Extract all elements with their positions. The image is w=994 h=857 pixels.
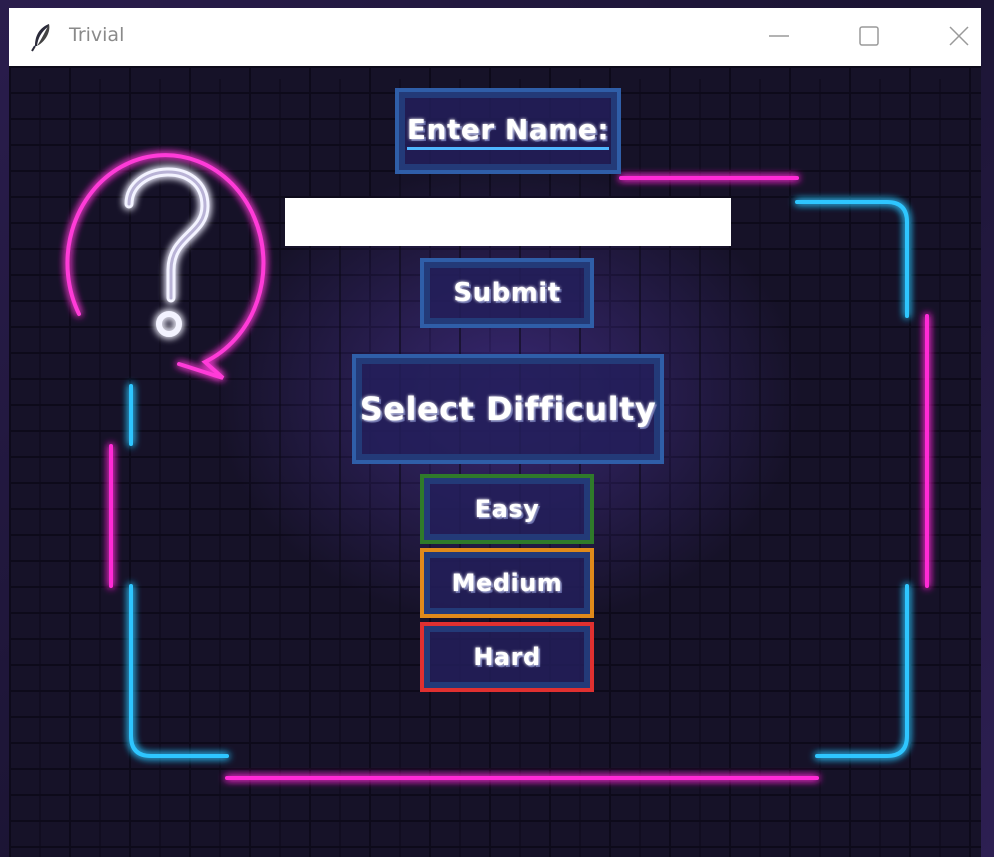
hard-label: Hard [473, 643, 541, 671]
close-button[interactable] [937, 18, 981, 54]
title-bar[interactable]: Trivial [9, 8, 981, 66]
enter-name-text: Enter Name: [406, 113, 610, 150]
question-bubble-icon [65, 153, 266, 380]
app-window: Trivial Enter Name: Submit Select Diffic… [9, 8, 981, 857]
easy-label: Easy [474, 495, 540, 523]
minimize-button[interactable] [757, 18, 801, 54]
medium-button[interactable]: Medium [420, 548, 594, 618]
easy-button[interactable]: Easy [420, 474, 594, 544]
medium-label: Medium [451, 569, 563, 597]
enter-name-label: Enter Name: [395, 88, 621, 174]
select-difficulty-label: Select Difficulty [352, 354, 664, 464]
desktop-background: Trivial Enter Name: Submit Select Diffic… [0, 0, 994, 857]
name-input[interactable] [285, 198, 731, 246]
close-icon [949, 26, 969, 46]
submit-button[interactable]: Submit [420, 258, 594, 328]
maximize-button[interactable] [847, 18, 891, 54]
submit-label: Submit [453, 278, 561, 308]
minimize-icon [769, 35, 789, 37]
select-difficulty-text: Select Difficulty [359, 390, 657, 428]
maximize-icon [859, 26, 879, 46]
feather-icon [29, 22, 55, 52]
hard-button[interactable]: Hard [420, 622, 594, 692]
game-canvas: Enter Name: Submit Select Difficulty Eas… [9, 66, 981, 857]
window-title: Trivial [69, 24, 125, 46]
